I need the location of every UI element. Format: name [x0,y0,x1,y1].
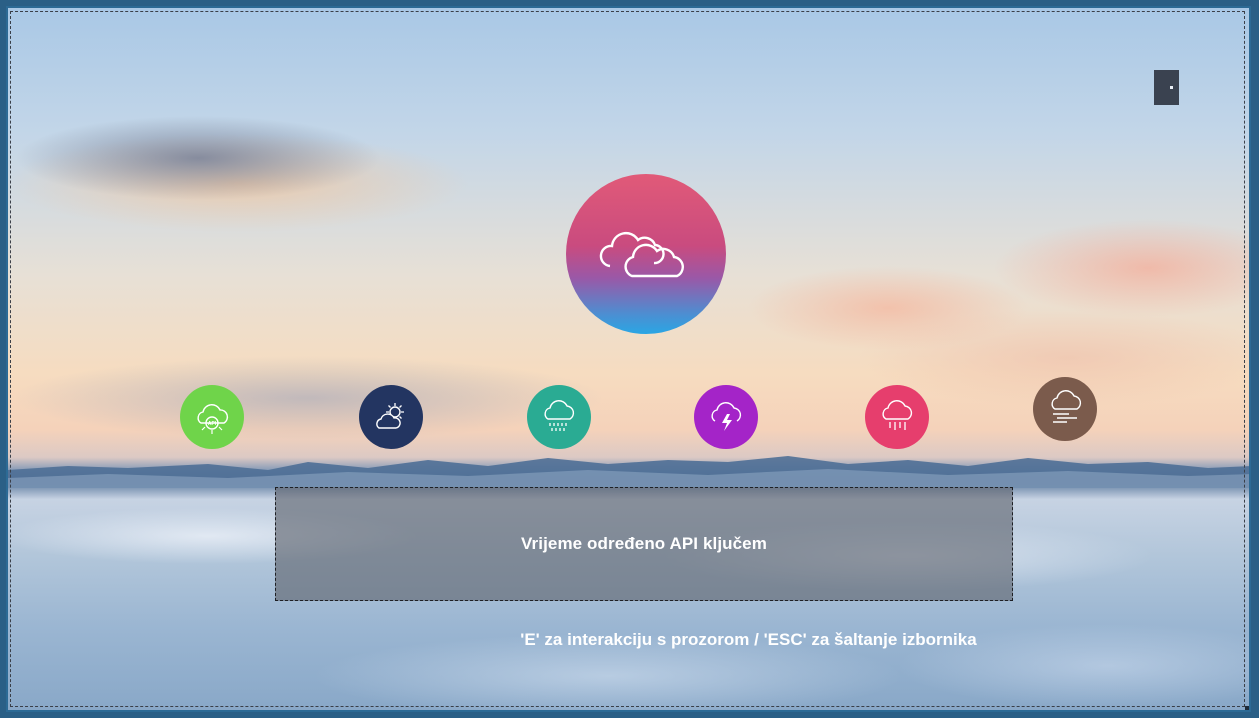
option-sunny-button[interactable] [359,385,423,449]
clouds-icon [599,231,684,278]
option-rain-button[interactable] [527,385,591,449]
option-drizzle-button[interactable] [865,385,929,449]
selected-weather-label: Vrijeme određeno API ključem [521,534,767,553]
resize-handle[interactable] [1245,706,1249,710]
option-api-weather-button[interactable]: API [180,385,244,449]
selected-weather-circle [566,174,726,334]
door-icon [1170,86,1173,89]
weather-menu-window: API Vrijeme određeno API ključem 'E' za … [6,6,1251,712]
fog-cloud-icon [1051,390,1082,423]
lightning-cloud-icon [711,402,742,431]
selected-weather-info-box: Vrijeme određeno API ključem [275,487,1013,601]
svg-text:API: API [208,421,217,427]
sun-cloud-icon [376,403,404,429]
option-fog-button[interactable] [1033,377,1097,441]
keyboard-hint: 'E' za interakciju s prozorom / 'ESC' za… [520,630,977,649]
rain-cloud-icon [544,400,575,431]
exit-door-button[interactable] [1154,70,1179,105]
option-storm-button[interactable] [694,385,758,449]
drizzle-cloud-icon [882,400,913,430]
cloud-sun-api-icon: API [197,404,229,434]
